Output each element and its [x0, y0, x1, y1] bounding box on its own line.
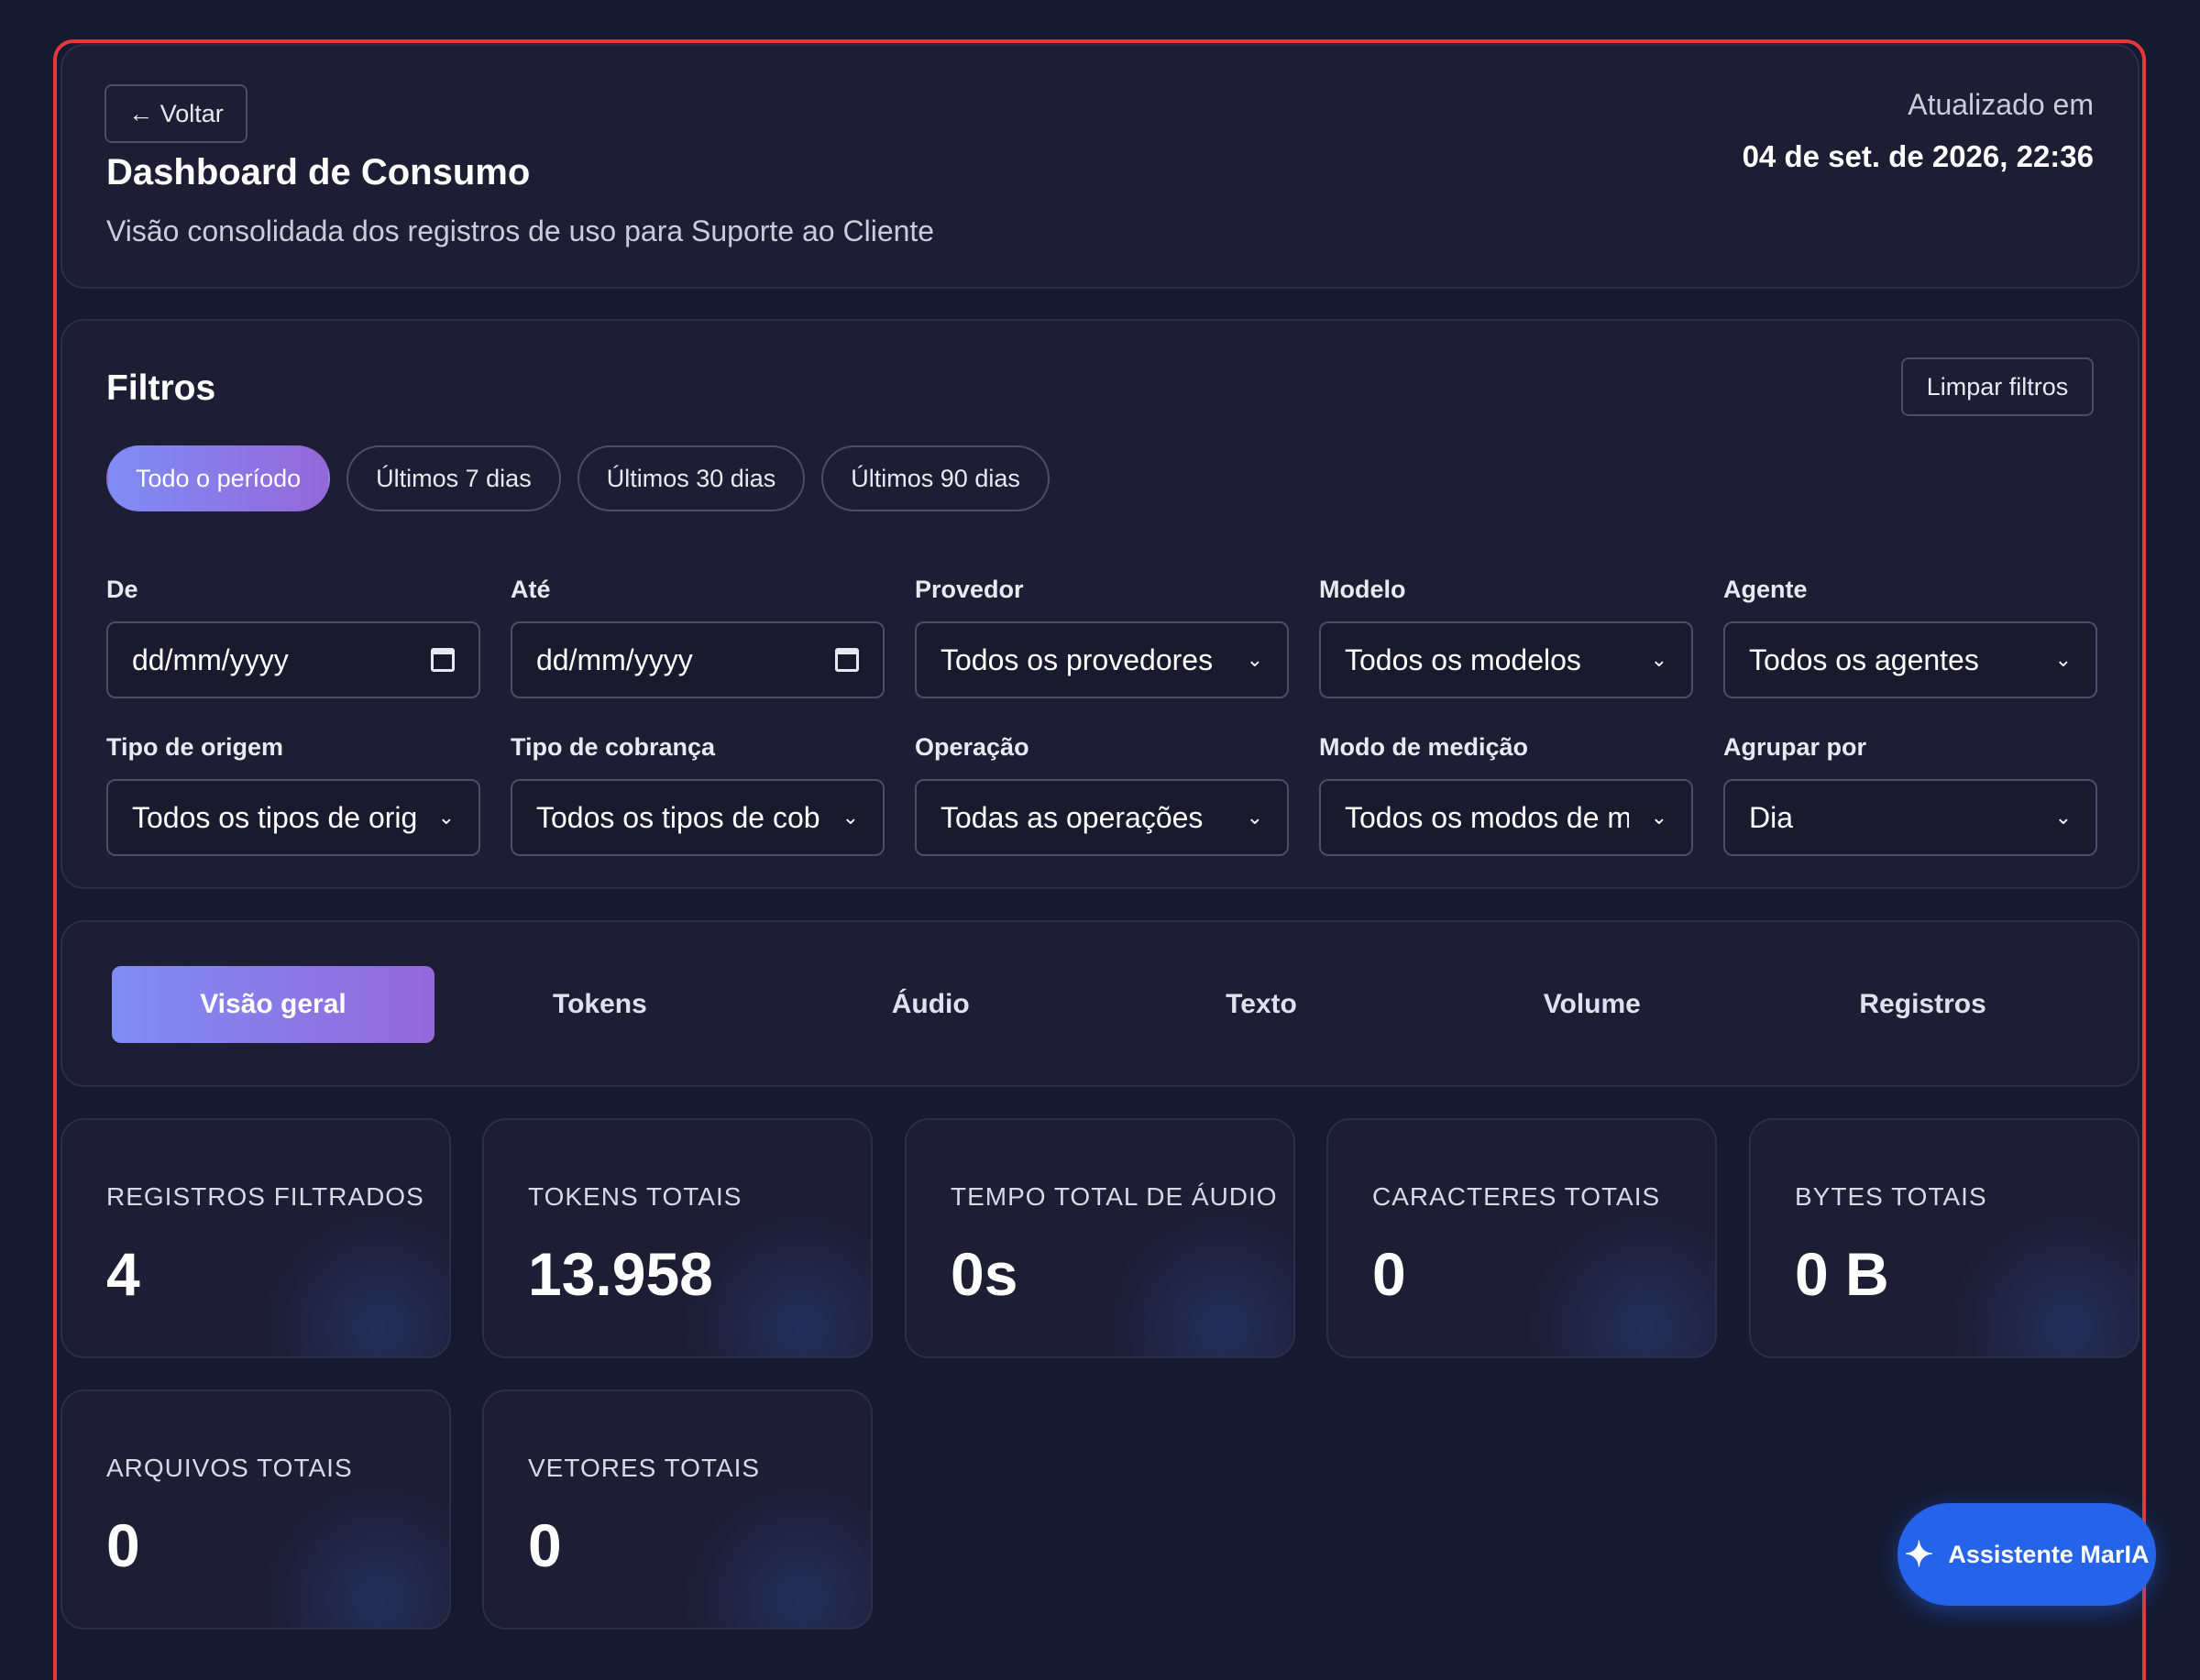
calendar-icon[interactable]	[431, 648, 455, 672]
assistant-button[interactable]: ✦ Assistente MarIA	[1898, 1503, 2156, 1606]
from-date-label: De	[106, 576, 138, 603]
provider-select[interactable]: Todos os provedores ⌄	[915, 621, 1289, 698]
model-field: Modelo Todos os modelos ⌄	[1319, 576, 1693, 698]
model-select[interactable]: Todos os modelos ⌄	[1319, 621, 1693, 698]
tab-overview[interactable]: Visão geral	[112, 966, 434, 1043]
page-subtitle: Visão consolidada dos registros de uso p…	[106, 214, 935, 247]
preset-last-7-days[interactable]: Últimos 7 dias	[346, 445, 561, 511]
stat-card-total-vectors: VETORES TOTAIS 0	[482, 1389, 873, 1630]
preset-all-period[interactable]: Todo o período	[106, 445, 331, 511]
billing-type-field: Tipo de cobrança Todos os tipos de cobra…	[511, 733, 885, 856]
period-presets: Todo o período Últimos 7 dias Últimos 30…	[106, 445, 1050, 511]
back-button[interactable]: ← Voltar	[104, 84, 248, 143]
measure-mode-label: Modo de medição	[1319, 733, 1529, 761]
stat-value: 4	[106, 1240, 140, 1308]
chevron-down-icon: ⌄	[1650, 648, 1667, 671]
operation-value: Todas as operações	[940, 800, 1204, 834]
to-date-label: Até	[511, 576, 551, 603]
stat-value: 0s	[951, 1240, 1018, 1308]
from-date-field: De dd/mm/yyyy	[106, 576, 480, 698]
origin-type-value: Todos os tipos de origem	[132, 800, 416, 834]
stat-label: VETORES TOTAIS	[528, 1454, 761, 1482]
updated-timestamp: 04 de set. de 2026, 22:36	[1742, 139, 2094, 173]
stat-card-total-characters: CARACTERES TOTAIS 0	[1326, 1118, 1717, 1358]
from-date-placeholder: dd/mm/yyyy	[132, 642, 289, 676]
tab-records[interactable]: Registros	[1757, 966, 2088, 1043]
chevron-down-icon: ⌄	[1246, 806, 1263, 829]
calendar-icon[interactable]	[835, 648, 859, 672]
billing-type-label: Tipo de cobrança	[511, 733, 716, 761]
stat-label: CARACTERES TOTAIS	[1372, 1182, 1661, 1211]
assistant-label: Assistente MarIA	[1948, 1540, 2150, 1568]
agent-label: Agente	[1723, 576, 1808, 603]
header-card: ← Voltar Dashboard de Consumo Visão cons…	[60, 44, 2140, 289]
agent-value: Todos os agentes	[1749, 642, 1979, 676]
group-by-select[interactable]: Dia ⌄	[1723, 779, 2097, 856]
stat-value: 13.958	[528, 1240, 713, 1308]
clear-filters-button[interactable]: Limpar filtros	[1901, 357, 2094, 416]
origin-type-label: Tipo de origem	[106, 733, 284, 761]
tab-text[interactable]: Texto	[1096, 966, 1427, 1043]
stat-card-total-files: ARQUIVOS TOTAIS 0	[60, 1389, 451, 1630]
chevron-down-icon: ⌄	[842, 806, 859, 829]
preset-last-90-days[interactable]: Últimos 90 dias	[821, 445, 1050, 511]
provider-value: Todos os provedores	[940, 642, 1214, 676]
agent-select[interactable]: Todos os agentes ⌄	[1723, 621, 2097, 698]
chevron-down-icon: ⌄	[1246, 648, 1263, 671]
stat-card-total-audio-time: TEMPO TOTAL DE ÁUDIO 0s	[905, 1118, 1295, 1358]
stat-label: REGISTROS FILTRADOS	[106, 1182, 424, 1211]
measure-mode-select[interactable]: Todos os modos de medição ⌄	[1319, 779, 1693, 856]
filters-card: Filtros Limpar filtros Todo o período Úl…	[60, 319, 2140, 889]
stat-label: TOKENS TOTAIS	[528, 1182, 742, 1211]
operation-select[interactable]: Todas as operações ⌄	[915, 779, 1289, 856]
chevron-down-icon: ⌄	[2054, 806, 2072, 829]
tab-bar: Visão geral Tokens Áudio Texto Volume Re…	[112, 966, 2088, 1043]
stat-card-filtered-records: REGISTROS FILTRADOS 4	[60, 1118, 451, 1358]
to-date-input[interactable]: dd/mm/yyyy	[511, 621, 885, 698]
tab-volume[interactable]: Volume	[1426, 966, 1757, 1043]
group-by-field: Agrupar por Dia ⌄	[1723, 733, 2097, 856]
agent-field: Agente Todos os agentes ⌄	[1723, 576, 2097, 698]
preset-last-30-days[interactable]: Últimos 30 dias	[577, 445, 806, 511]
sparkle-icon: ✦	[1904, 1535, 1934, 1575]
stat-card-total-bytes: BYTES TOTAIS 0 B	[1749, 1118, 2140, 1358]
from-date-input[interactable]: dd/mm/yyyy	[106, 621, 480, 698]
model-value: Todos os modelos	[1345, 642, 1581, 676]
stat-label: ARQUIVOS TOTAIS	[106, 1454, 353, 1482]
stat-card-total-tokens: TOKENS TOTAIS 13.958	[482, 1118, 873, 1358]
tabs-card: Visão geral Tokens Áudio Texto Volume Re…	[60, 920, 2140, 1087]
stat-value: 0 B	[1795, 1240, 1889, 1308]
model-label: Modelo	[1319, 576, 1406, 603]
billing-type-select[interactable]: Todos os tipos de cobrança ⌄	[511, 779, 885, 856]
to-date-field: Até dd/mm/yyyy	[511, 576, 885, 698]
provider-label: Provedor	[915, 576, 1024, 603]
group-by-label: Agrupar por	[1723, 733, 1867, 761]
measure-mode-value: Todos os modos de medição	[1345, 800, 1629, 834]
filters-title: Filtros	[106, 368, 216, 408]
chevron-down-icon: ⌄	[437, 806, 455, 829]
updated-label: Atualizado em	[1908, 88, 2094, 121]
chevron-down-icon: ⌄	[2054, 648, 2072, 671]
stat-value: 0	[1372, 1240, 1406, 1308]
provider-field: Provedor Todos os provedores ⌄	[915, 576, 1289, 698]
operation-label: Operação	[915, 733, 1029, 761]
tab-audio[interactable]: Áudio	[765, 966, 1096, 1043]
group-by-value: Dia	[1749, 800, 1794, 834]
measure-mode-field: Modo de medição Todos os modos de mediçã…	[1319, 733, 1693, 856]
page-title: Dashboard de Consumo	[106, 152, 531, 192]
stat-label: BYTES TOTAIS	[1795, 1182, 1987, 1211]
chevron-down-icon: ⌄	[1650, 806, 1667, 829]
operation-field: Operação Todas as operações ⌄	[915, 733, 1289, 856]
origin-type-field: Tipo de origem Todos os tipos de origem …	[106, 733, 480, 856]
stat-label: TEMPO TOTAL DE ÁUDIO	[951, 1182, 1278, 1211]
tab-tokens[interactable]: Tokens	[434, 966, 765, 1043]
stat-value: 0	[106, 1511, 140, 1579]
to-date-placeholder: dd/mm/yyyy	[536, 642, 693, 676]
stat-value: 0	[528, 1511, 562, 1579]
billing-type-value: Todos os tipos de cobrança	[536, 800, 820, 834]
origin-type-select[interactable]: Todos os tipos de origem ⌄	[106, 779, 480, 856]
